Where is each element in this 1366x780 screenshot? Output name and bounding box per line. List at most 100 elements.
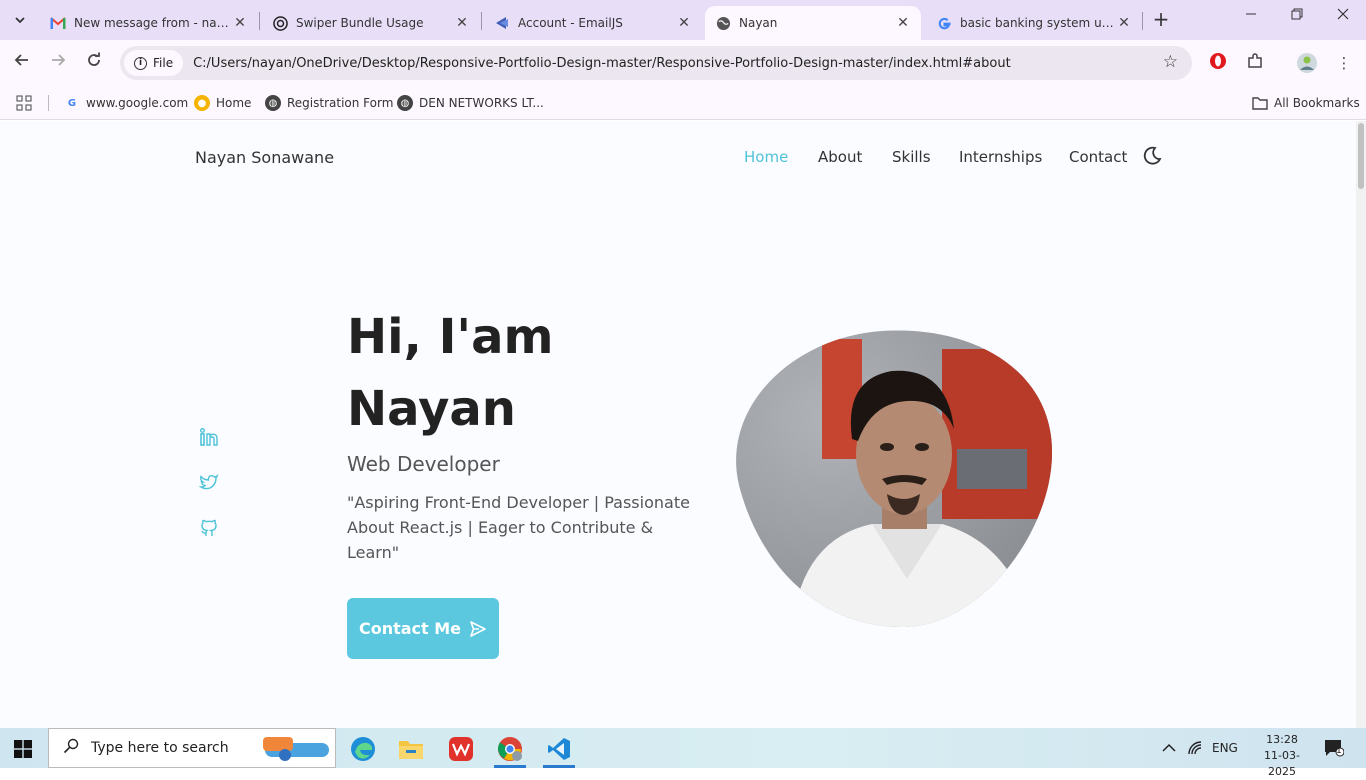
file-explorer-icon[interactable] bbox=[391, 732, 431, 766]
globe-icon: ◍ bbox=[265, 95, 281, 111]
tab-strip: New message from - nayans ✕ Swiper Bundl… bbox=[0, 0, 1366, 40]
tab-label: Account - EmailJS bbox=[518, 16, 623, 30]
menu-kebab-icon[interactable]: ⋮ bbox=[1332, 52, 1356, 76]
hero-title-line2: Nayan bbox=[347, 381, 516, 437]
chevron-down-icon bbox=[15, 17, 25, 24]
reload-button[interactable] bbox=[82, 52, 106, 76]
new-tab-button[interactable]: + bbox=[1150, 8, 1172, 32]
forward-button[interactable] bbox=[46, 52, 70, 76]
notification-count: 1 bbox=[1336, 746, 1342, 756]
home-favicon-icon: ● bbox=[194, 95, 210, 111]
contact-me-button[interactable]: Contact Me bbox=[347, 598, 499, 659]
reload-icon bbox=[88, 52, 100, 66]
page-scrollbar[interactable] bbox=[1356, 121, 1366, 728]
close-icon[interactable]: ✕ bbox=[676, 15, 692, 31]
profile-avatar[interactable] bbox=[1295, 52, 1319, 76]
back-button[interactable] bbox=[10, 52, 34, 76]
send-icon bbox=[470, 620, 486, 637]
notification-center-icon[interactable]: 1 bbox=[1324, 728, 1344, 768]
bookmarks-bar: G www.google.com ● Home ◍ Registration F… bbox=[0, 86, 1366, 120]
tab-search-button[interactable] bbox=[8, 8, 32, 32]
bookmark-divider bbox=[48, 95, 49, 111]
bookmark-google[interactable]: G www.google.com bbox=[64, 93, 188, 113]
language-indicator[interactable]: ENG bbox=[1212, 728, 1238, 768]
github-icon[interactable] bbox=[199, 518, 219, 538]
globe-icon bbox=[715, 15, 731, 31]
wps-office-icon[interactable] bbox=[441, 732, 481, 766]
emailjs-icon bbox=[494, 15, 510, 31]
back-arrow-icon bbox=[14, 54, 28, 66]
nav-contact[interactable]: Contact bbox=[1069, 148, 1127, 166]
restore-icon bbox=[1291, 8, 1303, 20]
site-info-chip[interactable]: i File bbox=[124, 50, 184, 76]
hero-subtitle: Web Developer bbox=[347, 452, 500, 476]
forward-arrow-icon bbox=[52, 54, 66, 66]
clock-time: 13:28 bbox=[1266, 733, 1298, 746]
bookmark-den-networks[interactable]: ◍ DEN NETWORKS LT... bbox=[397, 93, 544, 113]
close-icon[interactable]: ✕ bbox=[895, 15, 911, 31]
tray-overflow-icon[interactable] bbox=[1162, 728, 1176, 768]
linkedin-icon[interactable] bbox=[199, 427, 219, 447]
windows-start-icon[interactable] bbox=[14, 740, 32, 758]
nav-skills[interactable]: Skills bbox=[892, 148, 931, 166]
address-bar[interactable]: i File C:/Users/nayan/OneDrive/Desktop/R… bbox=[120, 46, 1192, 80]
search-icon bbox=[63, 738, 79, 758]
opera-extension-icon[interactable] bbox=[1206, 52, 1230, 76]
tab-label: basic banking system using bbox=[960, 16, 1116, 30]
browser-toolbar: i File C:/Users/nayan/OneDrive/Desktop/R… bbox=[0, 40, 1366, 86]
site-logo[interactable]: Nayan Sonawane bbox=[195, 148, 334, 167]
close-icon[interactable]: ✕ bbox=[232, 15, 248, 31]
bookmark-star-icon[interactable]: ☆ bbox=[1163, 52, 1178, 72]
hero-description: "Aspiring Front-End Developer | Passiona… bbox=[347, 493, 690, 562]
scrollbar-thumb[interactable] bbox=[1358, 123, 1364, 189]
vscode-app-icon[interactable] bbox=[539, 732, 579, 768]
windows-taskbar: Type here to search ENG 13:28 11-03-2025… bbox=[0, 728, 1366, 778]
apps-grid-icon[interactable] bbox=[16, 93, 32, 113]
twitter-icon[interactable] bbox=[198, 472, 219, 492]
wifi-icon[interactable] bbox=[1188, 728, 1204, 768]
close-icon[interactable]: ✕ bbox=[454, 15, 470, 31]
contact-me-label: Contact Me bbox=[358, 619, 462, 638]
all-bookmarks-label: All Bookmarks bbox=[1274, 96, 1360, 110]
tab-emailjs[interactable]: Account - EmailJS ✕ bbox=[484, 6, 702, 40]
scheme-label: File bbox=[153, 56, 174, 70]
tab-swiper[interactable]: Swiper Bundle Usage ✕ bbox=[262, 6, 480, 40]
tab-label: Nayan bbox=[739, 16, 778, 30]
clock[interactable]: 13:28 11-03-2025 bbox=[1258, 732, 1306, 780]
edge-app-icon[interactable] bbox=[343, 732, 383, 766]
nav-internships[interactable]: Internships bbox=[959, 148, 1042, 166]
folder-icon bbox=[1252, 95, 1268, 111]
close-icon bbox=[1337, 8, 1349, 20]
tab-divider bbox=[1142, 12, 1143, 30]
hero-title-line1: Hi, I'am bbox=[347, 309, 554, 365]
profile-photo bbox=[736, 330, 1052, 627]
tab-label: New message from - nayans bbox=[74, 16, 232, 30]
portfolio-page: Nayan Sonawane Home About Skills Interns… bbox=[0, 121, 1356, 728]
search-highlight-icon bbox=[263, 737, 329, 761]
url-text[interactable]: C:/Users/nayan/OneDrive/Desktop/Responsi… bbox=[193, 56, 1011, 71]
extensions-icon[interactable] bbox=[1243, 52, 1267, 76]
google-icon bbox=[936, 15, 952, 31]
close-window-button[interactable] bbox=[1320, 8, 1366, 32]
info-icon: i bbox=[134, 56, 147, 70]
minimize-button[interactable] bbox=[1228, 8, 1274, 32]
nav-about[interactable]: About bbox=[818, 148, 862, 166]
bookmark-label: Registration Form bbox=[287, 96, 394, 110]
moon-icon[interactable] bbox=[1142, 146, 1162, 166]
tab-gmail[interactable]: New message from - nayans ✕ bbox=[40, 6, 258, 40]
tab-google[interactable]: basic banking system using ✕ bbox=[926, 6, 1142, 40]
openai-icon bbox=[272, 15, 288, 31]
restore-button[interactable] bbox=[1274, 8, 1320, 32]
tab-divider bbox=[481, 12, 482, 30]
taskbar-search[interactable]: Type here to search bbox=[48, 728, 336, 768]
minimize-icon bbox=[1246, 13, 1256, 15]
bookmark-home[interactable]: ● Home bbox=[194, 93, 251, 113]
all-bookmarks-button[interactable]: All Bookmarks bbox=[1252, 93, 1360, 113]
close-icon[interactable]: ✕ bbox=[1116, 15, 1132, 31]
google-icon: G bbox=[67, 97, 77, 109]
bookmark-registration-form[interactable]: ◍ Registration Form bbox=[265, 93, 393, 113]
globe-icon: ◍ bbox=[397, 95, 413, 111]
nav-home[interactable]: Home bbox=[744, 148, 788, 166]
chrome-app-icon[interactable] bbox=[490, 732, 530, 768]
tab-nayan[interactable]: Nayan ✕ bbox=[705, 6, 921, 40]
